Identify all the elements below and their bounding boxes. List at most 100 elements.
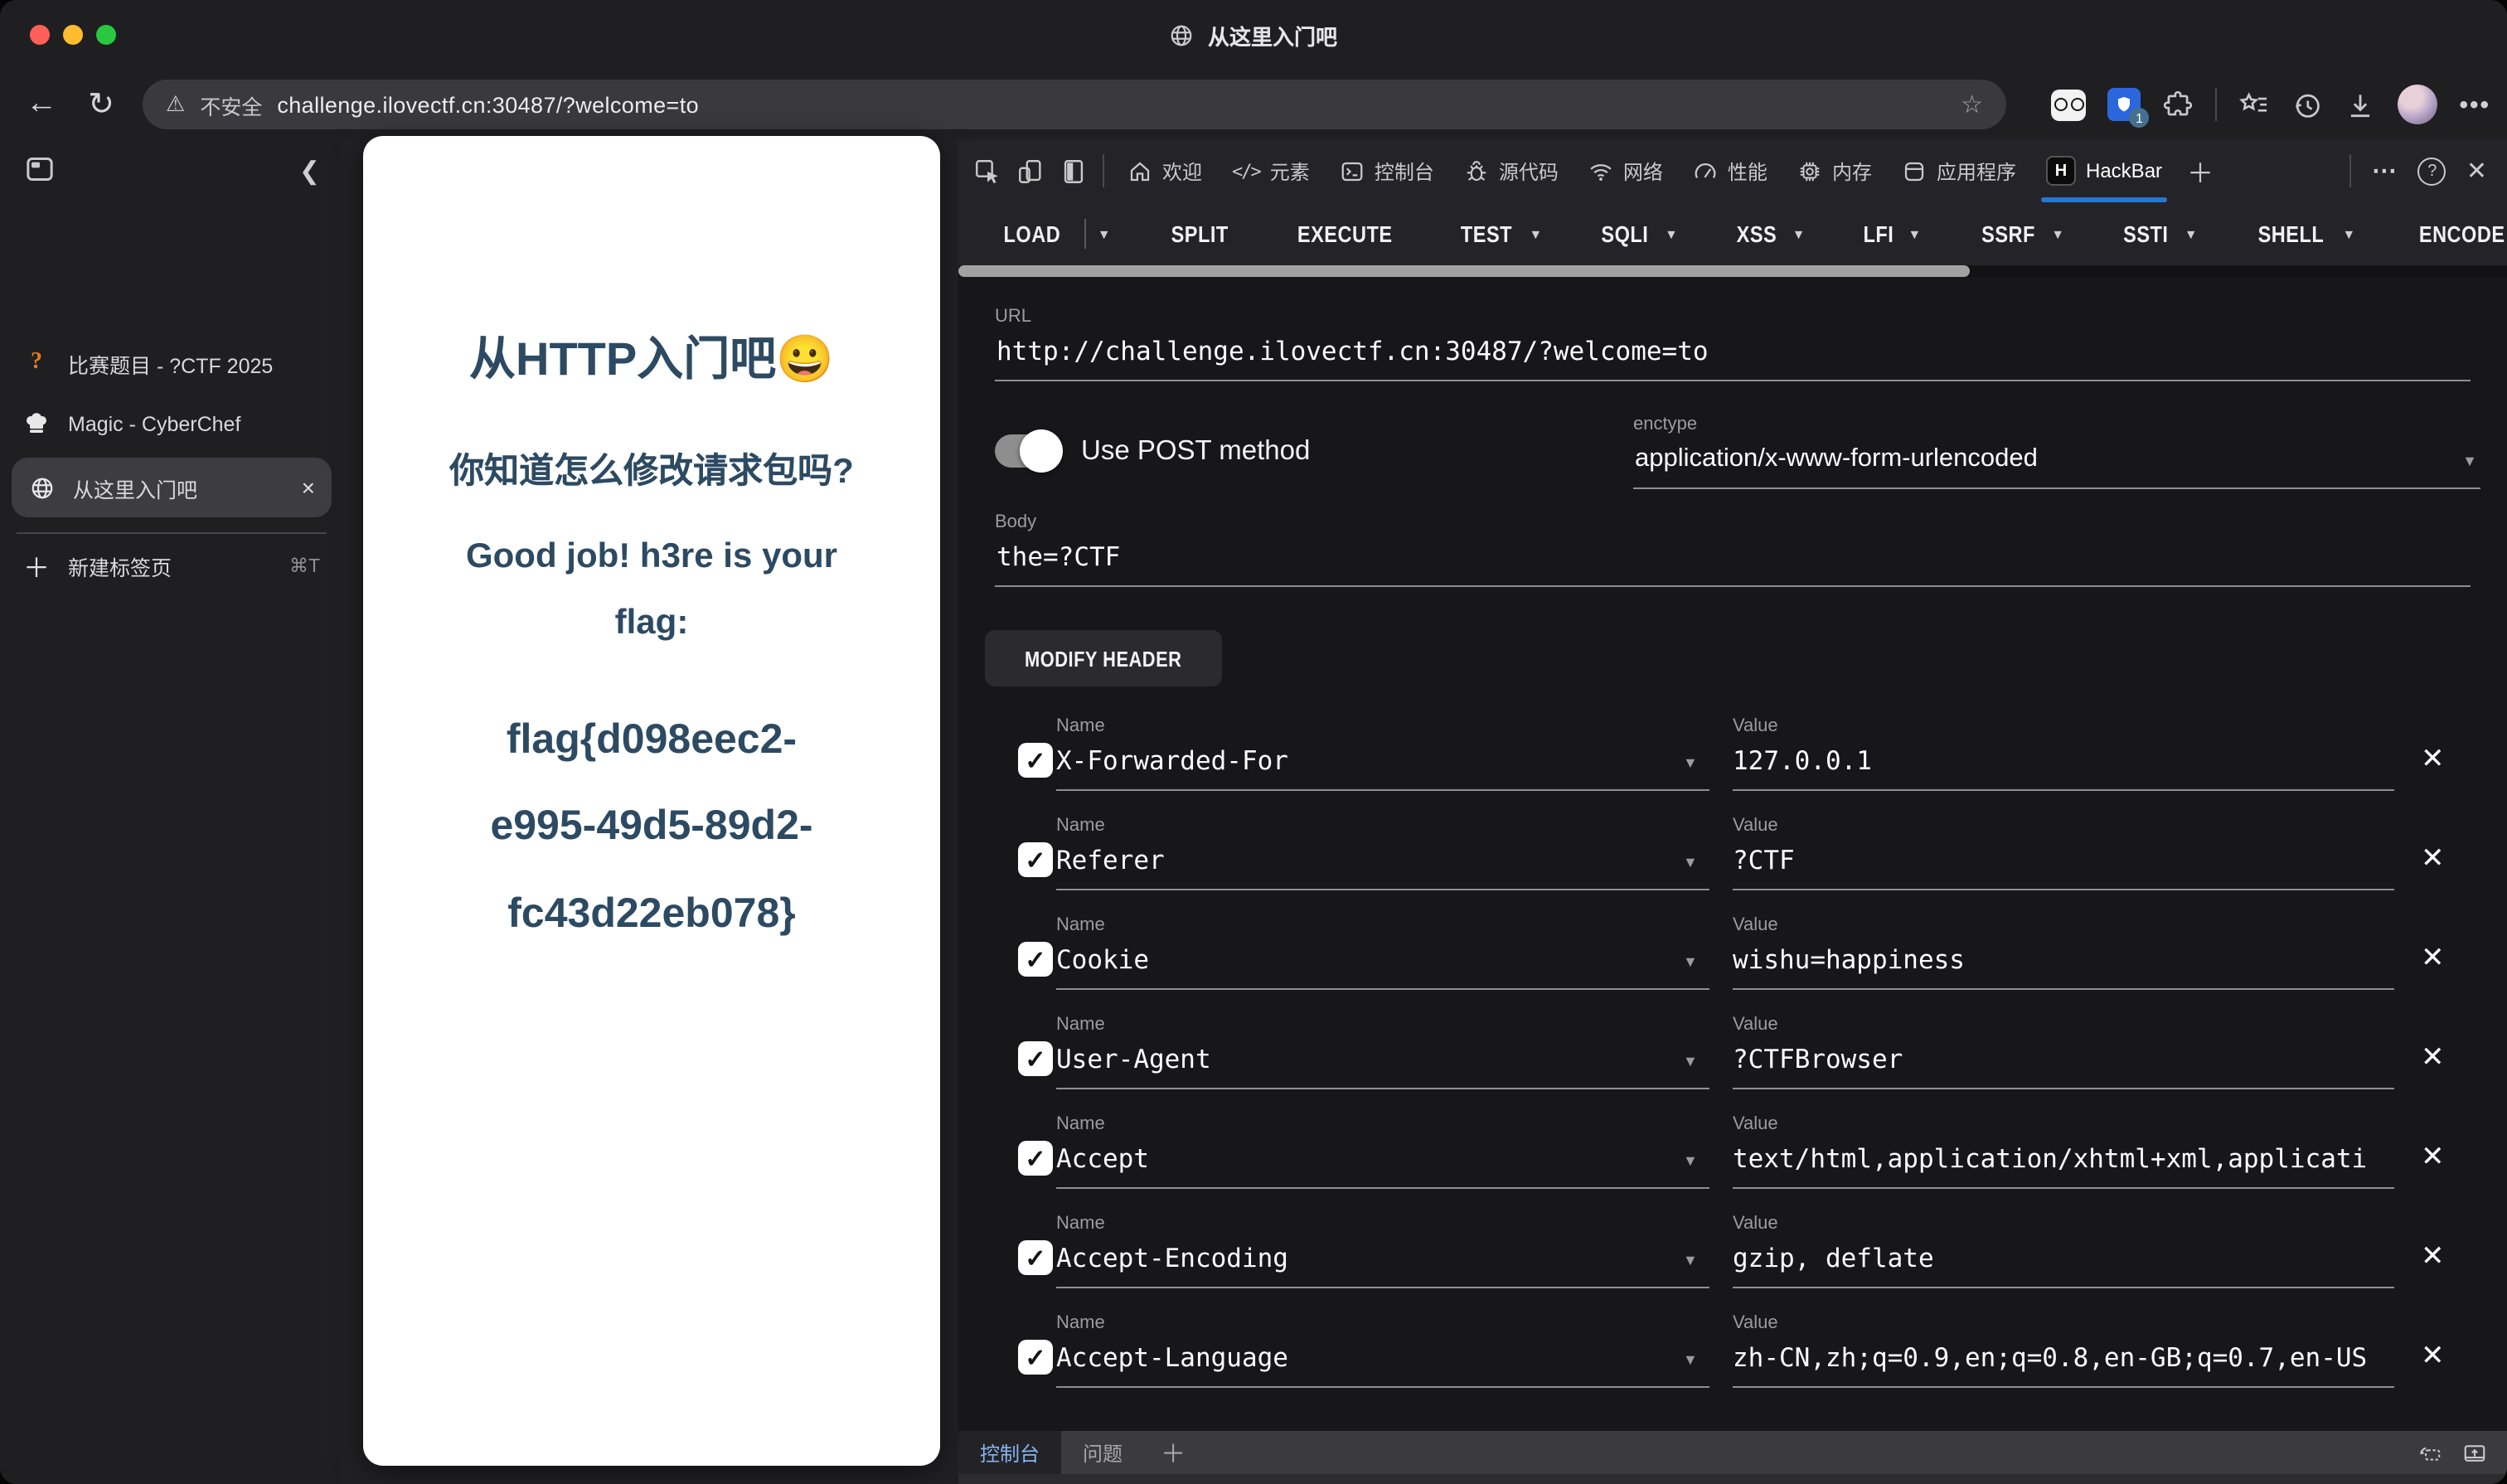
header-checkbox[interactable]: ✓ [1018, 1240, 1053, 1275]
body-field[interactable]: Body the=?CTF [995, 512, 2471, 587]
remove-header-button[interactable]: ✕ [2421, 743, 2445, 776]
header-value-input[interactable]: zh-CN,zh;q=0.9,en;q=0.8,en-GB;q=0.7,en-U… [1733, 1343, 2389, 1373]
reload-button[interactable]: ↻ [76, 80, 126, 129]
post-method-toggle[interactable] [995, 429, 1063, 473]
hackbar-menu-item[interactable]: LFI ▼ [1860, 221, 1921, 247]
header-checkbox[interactable]: ✓ [1018, 842, 1053, 877]
body-field-label: Body [995, 512, 1037, 532]
goggles-extension-icon[interactable] [2051, 89, 2087, 120]
header-name-input[interactable]: Accept-Language [1056, 1343, 1680, 1373]
devtools-tab-hackbar[interactable]: H HackBar [2031, 139, 2177, 202]
collapse-sidebar-chevron[interactable]: ❮ [299, 156, 320, 186]
drawer-tab-issues[interactable]: 问题 [1061, 1431, 1144, 1474]
hackbar-menu-item[interactable]: ENCODE ▼ [2410, 221, 2507, 247]
devtools-tab-sources[interactable]: 源代码 [1449, 139, 1574, 202]
hackbar-menu-item[interactable]: EXECUTE ▼ [1288, 221, 1401, 247]
minimize-window-button[interactable] [63, 25, 83, 45]
devtools-tab-application[interactable]: 应用程序 [1887, 139, 2031, 202]
browser-menu-icon[interactable]: ••• [2459, 90, 2490, 119]
header-name-input[interactable]: X-Forwarded-For [1056, 746, 1680, 776]
header-value-input[interactable]: text/html,application/xhtml+xml,applicat… [1733, 1144, 2389, 1174]
drawer-resize-strip[interactable] [958, 1474, 2507, 1484]
zoom-window-button[interactable] [96, 25, 116, 45]
sidebar-tab-cyberchef[interactable]: Magic - CyberChef [0, 396, 343, 453]
hackbar-menu-item[interactable]: SHELL ▼ [2252, 221, 2355, 247]
header-name-input[interactable]: Referer [1056, 846, 1680, 875]
hackbar-menu-item[interactable]: SSRF ▼ [1976, 221, 2064, 247]
hackbar-menu-item[interactable]: SPLIT ▼ [1166, 221, 1234, 247]
enctype-select[interactable]: enctype application/x-www-form-urlencode… [1633, 415, 2480, 489]
hackbar-menu-item[interactable]: SSTI ▼ [2119, 221, 2198, 247]
back-button[interactable]: ← [17, 80, 66, 129]
extensions-puzzle-icon[interactable] [2162, 89, 2194, 120]
devtools-tab-network[interactable]: 网络 [1574, 139, 1678, 202]
menu-item-label: ENCODE [2418, 221, 2505, 247]
header-name-input[interactable]: Accept [1056, 1144, 1680, 1174]
remove-header-button[interactable]: ✕ [2421, 942, 2445, 975]
sidebar-divider [17, 532, 327, 534]
header-name-input[interactable]: Cookie [1056, 945, 1680, 975]
modify-header-button[interactable]: MODIFY HEADER [985, 630, 1222, 686]
close-tab-icon[interactable]: × [302, 474, 315, 501]
new-tab-button[interactable]: ＋ 新建标签页 ⌘T [0, 537, 343, 594]
devtools-tab-console[interactable]: 控制台 [1325, 139, 1449, 202]
remove-header-button[interactable]: ✕ [2421, 1041, 2445, 1074]
devtools-close-icon[interactable]: ✕ [2466, 156, 2487, 186]
hackbar-menu-bar: LOAD ▼ SPLIT ▼ EXECUTE ▼ TEST [958, 202, 2507, 265]
password-manager-extension-icon[interactable]: 1 [2107, 88, 2150, 128]
remove-header-button[interactable]: ✕ [2421, 1240, 2445, 1273]
hackbar-hscrollbar-thumb[interactable] [958, 265, 1970, 277]
header-checkbox[interactable]: ✓ [1018, 1041, 1053, 1076]
devtools-tab-performance[interactable]: 性能 [1678, 139, 1782, 202]
download-icon[interactable] [2345, 89, 2376, 120]
profile-avatar[interactable] [2398, 85, 2438, 124]
sidebar-tab-ctf2025[interactable]: ? 比赛题目 - ?CTF 2025 [0, 335, 343, 391]
hackbar-menu-item[interactable]: LOAD ▼ [998, 219, 1111, 249]
favorites-collections-icon[interactable] [2238, 89, 2270, 120]
header-name-input[interactable]: Accept-Encoding [1056, 1244, 1680, 1273]
close-window-button[interactable] [30, 25, 50, 45]
history-icon[interactable] [2291, 89, 2323, 120]
header-value-input[interactable]: ?CTFBrowser [1733, 1045, 2389, 1074]
header-value-input[interactable]: gzip, deflate [1733, 1244, 2389, 1273]
sidebar-tab-active[interactable]: 从这里入门吧 × [12, 458, 332, 517]
hackbar-menu-item[interactable]: SQLI ▼ [1597, 221, 1678, 247]
flag-line3: fc43d22eb078} [507, 890, 796, 937]
drawer-tab-console[interactable]: 控制台 [958, 1431, 1062, 1474]
header-value-input[interactable]: wishu=happiness [1733, 945, 2389, 975]
bug-icon [1464, 158, 1489, 183]
header-checkbox[interactable]: ✓ [1018, 1141, 1053, 1176]
devtools-tab-elements[interactable]: </> 元素 [1217, 139, 1325, 202]
devtools-more-icon[interactable]: ⋯ [2372, 156, 2398, 186]
header-checkbox[interactable]: ✓ [1018, 942, 1053, 977]
dock-side-icon[interactable] [1051, 149, 1094, 192]
inspect-element-icon[interactable] [965, 149, 1008, 192]
devtools-tab-memory[interactable]: 内存 [1782, 139, 1887, 202]
add-drawer-tab-icon[interactable]: ＋ [1144, 1431, 1202, 1474]
device-toolbar-icon[interactable] [1008, 149, 1051, 192]
hackbar-menu-item[interactable]: TEST ▼ [1456, 221, 1542, 247]
globe-icon [1170, 22, 1195, 47]
header-value-input[interactable]: 127.0.0.1 [1733, 746, 2389, 776]
chevron-down-icon: ▼ [2184, 226, 2198, 241]
header-checkbox[interactable]: ✓ [1018, 1340, 1053, 1375]
remove-header-button[interactable]: ✕ [2421, 1340, 2445, 1373]
devtools-tab-welcome[interactable]: 欢迎 [1113, 139, 1217, 202]
header-value-input[interactable]: ?CTF [1733, 846, 2389, 875]
tab-panel-icon[interactable] [23, 153, 56, 186]
devtools-tabbar: 欢迎 </> 元素 控制台 源代码 网络 性能 内存 应用程序 H HackBa… [958, 139, 2507, 202]
hackbar-menu-item[interactable]: XSS ▼ [1733, 221, 1805, 247]
url-field[interactable]: URL http://challenge.ilovectf.cn:30487/?… [995, 307, 2471, 381]
expand-drawer-icon[interactable] [2462, 1440, 2487, 1465]
add-devtools-tab-icon[interactable]: ＋ [2177, 151, 2223, 191]
restore-panel-icon[interactable] [2417, 1440, 2442, 1465]
value-label: Value [1733, 1214, 1778, 1234]
remove-header-button[interactable]: ✕ [2421, 842, 2445, 875]
header-name-input[interactable]: User-Agent [1056, 1045, 1680, 1074]
bookmark-star-icon[interactable]: ☆ [1961, 90, 1983, 119]
address-bar[interactable]: ⚠ 不安全 challenge.ilovectf.cn:30487/?welco… [143, 80, 2006, 129]
remove-header-button[interactable]: ✕ [2421, 1141, 2445, 1174]
header-checkbox[interactable]: ✓ [1018, 743, 1053, 778]
devtools-help-icon[interactable]: ? [2417, 157, 2446, 185]
value-label: Value [1733, 1015, 1778, 1035]
